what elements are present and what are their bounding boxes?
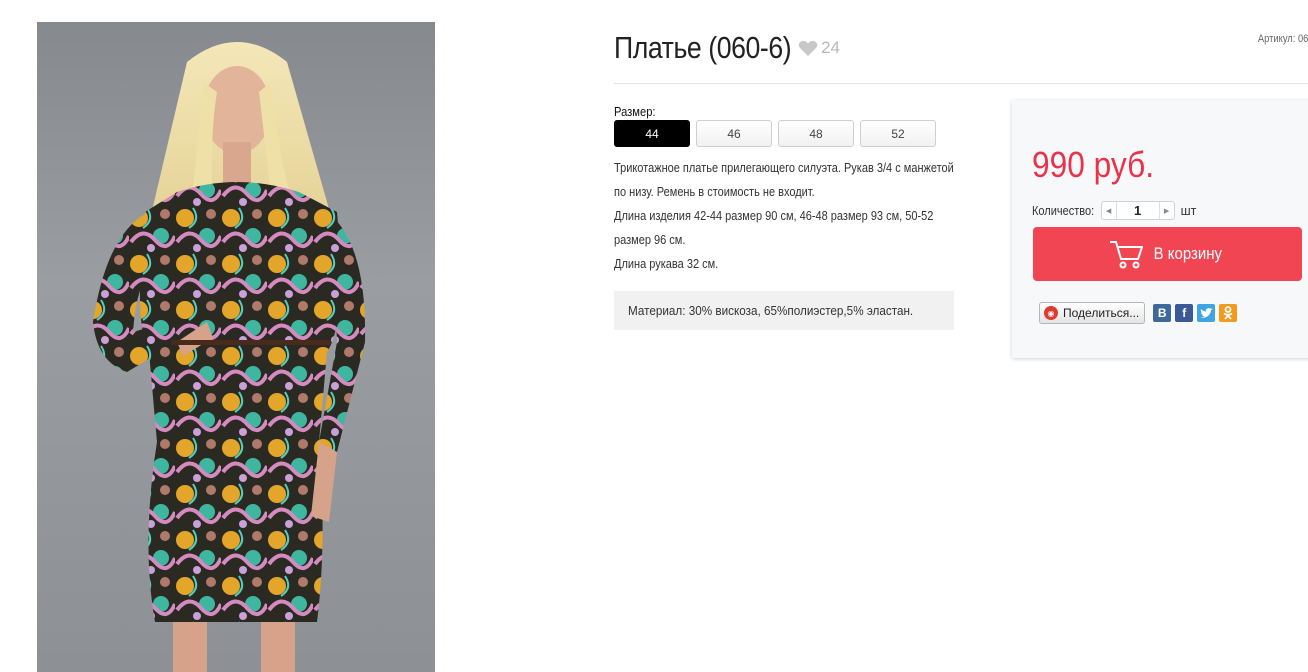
- heart-icon: [798, 40, 818, 56]
- decrement-icon[interactable]: ◀: [1102, 207, 1116, 215]
- divider: [614, 83, 1308, 84]
- cart-icon: [1109, 241, 1143, 269]
- quantity-row: Количество: ◀ 1 ▶ шт: [1032, 201, 1196, 220]
- likes-count: 24: [821, 38, 840, 57]
- vk-icon[interactable]: В: [1153, 304, 1172, 322]
- quantity-stepper[interactable]: ◀ 1 ▶: [1100, 201, 1175, 220]
- size-option-48[interactable]: 48: [778, 120, 854, 147]
- quantity-unit: шт: [1180, 203, 1197, 218]
- description-line: по низу. Ремень в стоимость не входит.: [614, 185, 815, 199]
- description-line: Длина рукава 32 см.: [614, 257, 719, 271]
- product-description: Трикотажное платье прилегающего силуэта.…: [614, 156, 984, 276]
- add-to-cart-label: В корзину: [1153, 244, 1222, 263]
- size-selector: 44 46 48 52: [614, 120, 936, 147]
- size-label: Размер:: [614, 104, 656, 119]
- share-bar: ◉ Поделиться... В f: [1039, 302, 1238, 324]
- buy-box: 990 руб. Количество: ◀ 1 ▶ шт В корзину …: [1012, 100, 1308, 358]
- quantity-value[interactable]: 1: [1115, 202, 1160, 219]
- product-title: Платье (060-6): [614, 30, 792, 65]
- size-option-44[interactable]: 44: [614, 120, 690, 147]
- odnoklassniki-icon[interactable]: [1219, 304, 1238, 322]
- increment-icon[interactable]: ▶: [1160, 207, 1174, 215]
- share-icon: ◉: [1044, 306, 1058, 320]
- material-text: Материал: 30% вискоза, 65%полиэстер,5% э…: [628, 303, 914, 318]
- facebook-icon[interactable]: f: [1175, 304, 1194, 322]
- article-number: Артикул: 06: [1257, 33, 1308, 45]
- add-to-cart-button[interactable]: В корзину: [1033, 227, 1302, 281]
- twitter-icon[interactable]: [1197, 304, 1216, 322]
- description-line: размер 96 см.: [614, 233, 686, 247]
- description-line: Длина изделия 42-44 размер 90 см, 46-48 …: [614, 209, 934, 223]
- size-option-52[interactable]: 52: [860, 120, 936, 147]
- share-button[interactable]: ◉ Поделиться...: [1039, 302, 1146, 324]
- material-info: Материал: 30% вискоза, 65%полиэстер,5% э…: [614, 291, 954, 330]
- price: 990 руб.: [1032, 144, 1155, 185]
- product-image[interactable]: [37, 22, 435, 672]
- likes-counter[interactable]: 24: [798, 38, 840, 58]
- description-line: Трикотажное платье прилегающего силуэта.…: [614, 161, 954, 175]
- quantity-label: Количество:: [1032, 203, 1095, 218]
- size-option-46[interactable]: 46: [696, 120, 772, 147]
- share-label: Поделиться...: [1063, 306, 1140, 320]
